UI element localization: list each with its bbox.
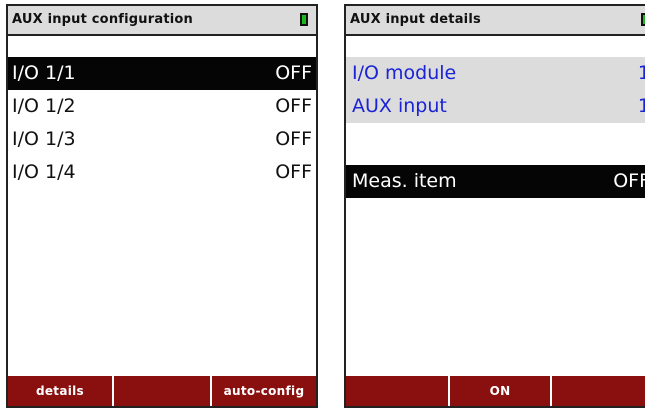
aux-input-row: AUX input 1 — [346, 90, 645, 123]
details-list: I/O module 1 AUX input 1 Meas. item OFF — [346, 57, 645, 198]
list-item-io-1-4[interactable]: I/O 1/4 OFF — [8, 156, 316, 189]
details-softkey[interactable]: details — [8, 376, 114, 406]
empty-softkey[interactable] — [346, 376, 450, 406]
io-list: I/O 1/1 OFF I/O 1/2 OFF I/O 1/3 OFF I/O … — [8, 57, 316, 189]
list-item-io-1-1[interactable]: I/O 1/1 OFF — [8, 57, 316, 90]
list-item-io-1-2[interactable]: I/O 1/2 OFF — [8, 90, 316, 123]
aux-input-value: 1 — [638, 90, 645, 123]
meas-item-label: Meas. item — [352, 170, 457, 192]
meas-item-row[interactable]: Meas. item OFF — [346, 165, 645, 198]
battery-icon — [300, 13, 308, 26]
list-item-value: OFF — [275, 95, 312, 117]
meas-item-value: OFF — [613, 170, 645, 192]
io-module-value: 1 — [638, 57, 645, 90]
list-item-label: I/O 1/4 — [12, 161, 76, 183]
screen-title: AUX input configuration — [12, 12, 193, 27]
battery-icon — [641, 13, 645, 26]
softkey-bar: details auto-config — [8, 376, 316, 406]
list-item-value: OFF — [275, 161, 312, 183]
list-item-label: I/O 1/2 — [12, 95, 76, 117]
aux-input-configuration-screen: AUX input configuration I/O 1/1 OFF I/O … — [6, 4, 318, 408]
list-item-label: I/O 1/1 — [12, 62, 76, 84]
aux-input-details-screen: AUX input details I/O module 1 AUX input… — [344, 4, 645, 408]
on-softkey[interactable]: ON — [450, 376, 552, 406]
list-item-value: OFF — [275, 128, 312, 150]
empty-softkey[interactable] — [552, 376, 645, 406]
auto-config-softkey[interactable]: auto-config — [212, 376, 316, 406]
io-module-row: I/O module 1 — [346, 57, 645, 90]
title-bar: AUX input configuration — [8, 6, 316, 36]
io-module-label: I/O module — [352, 62, 457, 84]
list-item-io-1-3[interactable]: I/O 1/3 OFF — [8, 123, 316, 156]
softkey-bar: ON — [346, 376, 645, 406]
title-bar: AUX input details — [346, 6, 645, 36]
screen-title: AUX input details — [350, 12, 481, 27]
aux-input-label: AUX input — [352, 95, 447, 117]
empty-softkey[interactable] — [114, 376, 212, 406]
list-item-label: I/O 1/3 — [12, 128, 76, 150]
list-item-value: OFF — [275, 62, 312, 84]
